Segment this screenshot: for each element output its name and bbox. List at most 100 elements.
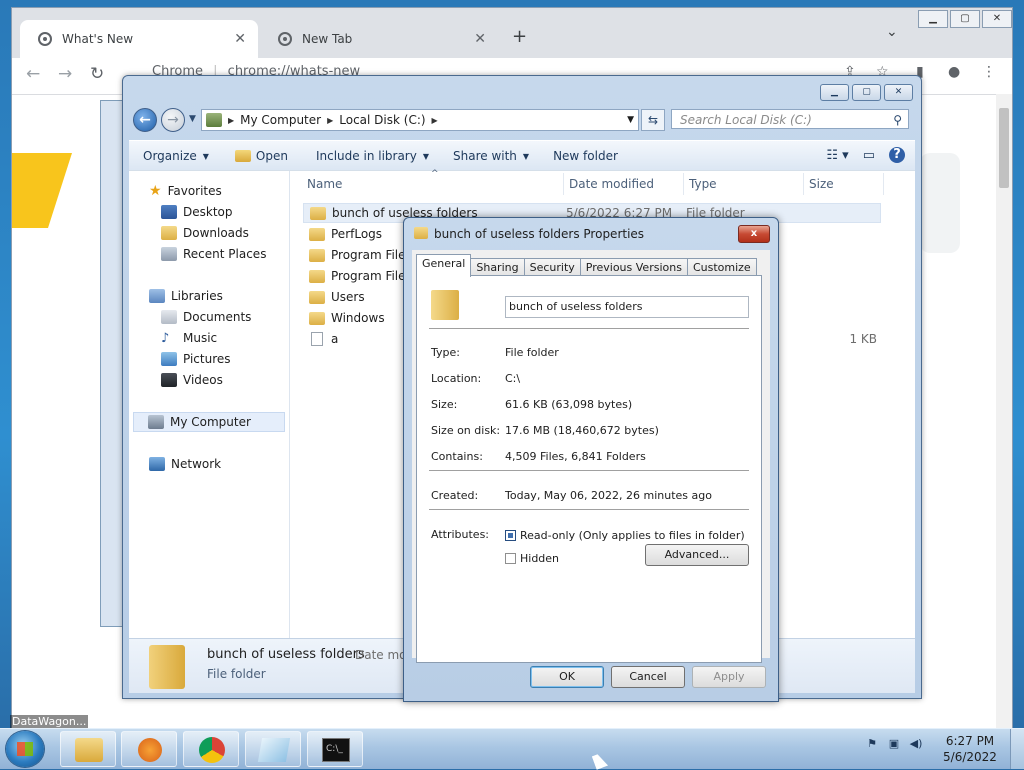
readonly-checkbox[interactable]: Read-only (Only applies to files in fold… [505,529,745,542]
volume-icon[interactable]: ◀) [908,737,924,753]
maximize-icon[interactable]: ▢ [950,10,980,28]
hidden-checkbox[interactable]: Hidden [505,552,559,565]
profile-icon[interactable]: ● [948,64,960,80]
organize-button[interactable]: Organize ▼ [143,149,209,163]
close-icon[interactable]: ✕ [234,31,246,47]
minimize-icon[interactable]: ▁ [820,84,849,101]
breadcrumb-my-computer[interactable]: My Computer [240,113,321,127]
tab-search-chevron-icon[interactable]: ⌄ [886,24,898,40]
scrollbar-thumb[interactable] [999,108,1009,188]
apply-button[interactable]: Apply [692,666,766,688]
nav-downloads[interactable]: Downloads [161,223,249,243]
refresh-button[interactable]: ⇆ [641,109,665,131]
nav-recent-places[interactable]: Recent Places [161,244,266,264]
nav-label: Desktop [183,205,233,219]
ok-button[interactable]: OK [530,666,604,688]
nav-network[interactable]: Network [149,454,221,474]
maximize-icon[interactable]: ▢ [852,84,881,101]
minimize-icon[interactable]: ▁ [918,10,948,28]
details-type: File folder [207,667,266,681]
back-button[interactable]: ← [133,108,157,132]
reload-icon[interactable]: ↻ [90,64,104,84]
location-value: C:\ [505,372,521,385]
cancel-button[interactable]: Cancel [611,666,685,688]
address-dropdown-icon[interactable]: ▼ [627,115,634,125]
nav-music[interactable]: ♪ Music [161,328,217,348]
address-bar[interactable]: ▶ My Computer ▶ Local Disk (C:) ▶ ▼ [201,109,639,131]
forward-icon[interactable]: → [58,64,72,84]
tab-general[interactable]: General [416,254,472,277]
column-divider[interactable] [803,173,804,195]
view-options-icon[interactable]: ☷ ▾ [826,148,848,163]
chrome-scrollbar[interactable] [996,94,1012,728]
back-icon[interactable]: ← [26,64,40,84]
taskbar-notepad[interactable] [245,731,301,767]
file-size: 1 KB [849,332,877,346]
close-icon[interactable]: ✕ [982,10,1012,28]
tab-new-tab[interactable]: New Tab ✕ [260,20,498,58]
forward-button[interactable]: → [161,108,185,132]
tab-whats-new[interactable]: What's New ✕ [20,20,258,58]
folder-icon [309,269,325,283]
nav-documents[interactable]: Documents [161,307,251,327]
clock[interactable]: 6:27 PM 5/6/2022 [940,733,1000,765]
breadcrumb-arrow-icon[interactable]: ▶ [228,116,234,125]
nav-pictures[interactable]: Pictures [161,349,231,369]
recent-pages-chevron-icon[interactable]: ▼ [189,114,196,124]
column-name[interactable]: Name [307,177,342,191]
taskbar-chrome[interactable] [183,731,239,767]
taskbar-media-player[interactable] [121,731,177,767]
navigation-pane: ★ Favorites Desktop Downloads Recent Plac… [129,171,290,639]
breadcrumb-local-disk[interactable]: Local Disk (C:) [339,113,425,127]
tab-label: What's New [62,32,134,46]
nav-favorites[interactable]: ★ Favorites [149,181,222,201]
attributes-label: Attributes: [431,528,490,541]
advanced-button[interactable]: Advanced... [645,544,749,566]
help-icon[interactable]: ? [889,147,905,163]
checkbox-box[interactable] [505,553,516,564]
menu-icon[interactable]: ⋮ [982,64,996,80]
computer-icon [148,415,164,429]
type-value: File folder [505,346,559,359]
preview-pane-icon[interactable]: ▭ [863,148,875,163]
nav-videos[interactable]: Videos [161,370,223,390]
share-with-button[interactable]: Share with ▼ [453,149,529,163]
computer-icon [206,113,222,127]
new-tab-button[interactable]: + [512,26,527,47]
taskbar-explorer[interactable] [60,731,116,767]
chrome-window-controls: ▁ ▢ ✕ [916,10,1012,28]
column-date[interactable]: Date modified [569,177,654,191]
network-icon[interactable]: ▣ [886,737,902,753]
close-icon[interactable]: ✕ [474,31,486,47]
nav-my-computer[interactable]: My Computer [133,412,285,432]
column-type[interactable]: Type [689,177,717,191]
taskbar-cmd[interactable]: C:\_ [307,731,363,767]
open-button[interactable]: Open [234,149,288,163]
type-label: Type: [431,346,460,359]
column-divider[interactable] [883,173,884,195]
nav-label: Documents [183,310,252,324]
column-divider[interactable] [563,173,564,195]
star-icon: ★ [149,183,162,199]
start-button[interactable] [6,731,44,767]
created-value: Today, May 06, 2022, 26 minutes ago [505,489,712,502]
column-size[interactable]: Size [809,177,834,191]
globe-icon [278,32,292,46]
nav-libraries[interactable]: Libraries [149,286,223,306]
search-input[interactable]: Search Local Disk (C:) ⚲ [671,109,909,129]
include-in-library-button[interactable]: Include in library ▼ [316,149,429,163]
column-divider[interactable] [683,173,684,195]
nav-desktop[interactable]: Desktop [161,202,233,222]
new-folder-button[interactable]: New folder [553,149,618,163]
show-desktop-button[interactable] [1010,729,1024,769]
search-icon[interactable]: ⚲ [893,110,902,130]
size-value: 61.6 KB (63,098 bytes) [505,398,633,411]
checkbox-box[interactable] [505,530,516,541]
folder-name-field[interactable]: bunch of useless folders [505,296,749,318]
breadcrumb-arrow-icon[interactable]: ▶ [432,116,438,125]
action-center-icon[interactable]: ⚑ [864,737,880,753]
breadcrumb-arrow-icon[interactable]: ▶ [327,116,333,125]
organize-label: Organize [143,149,197,163]
close-button[interactable]: x [738,225,770,243]
close-icon[interactable]: ✕ [884,84,913,101]
